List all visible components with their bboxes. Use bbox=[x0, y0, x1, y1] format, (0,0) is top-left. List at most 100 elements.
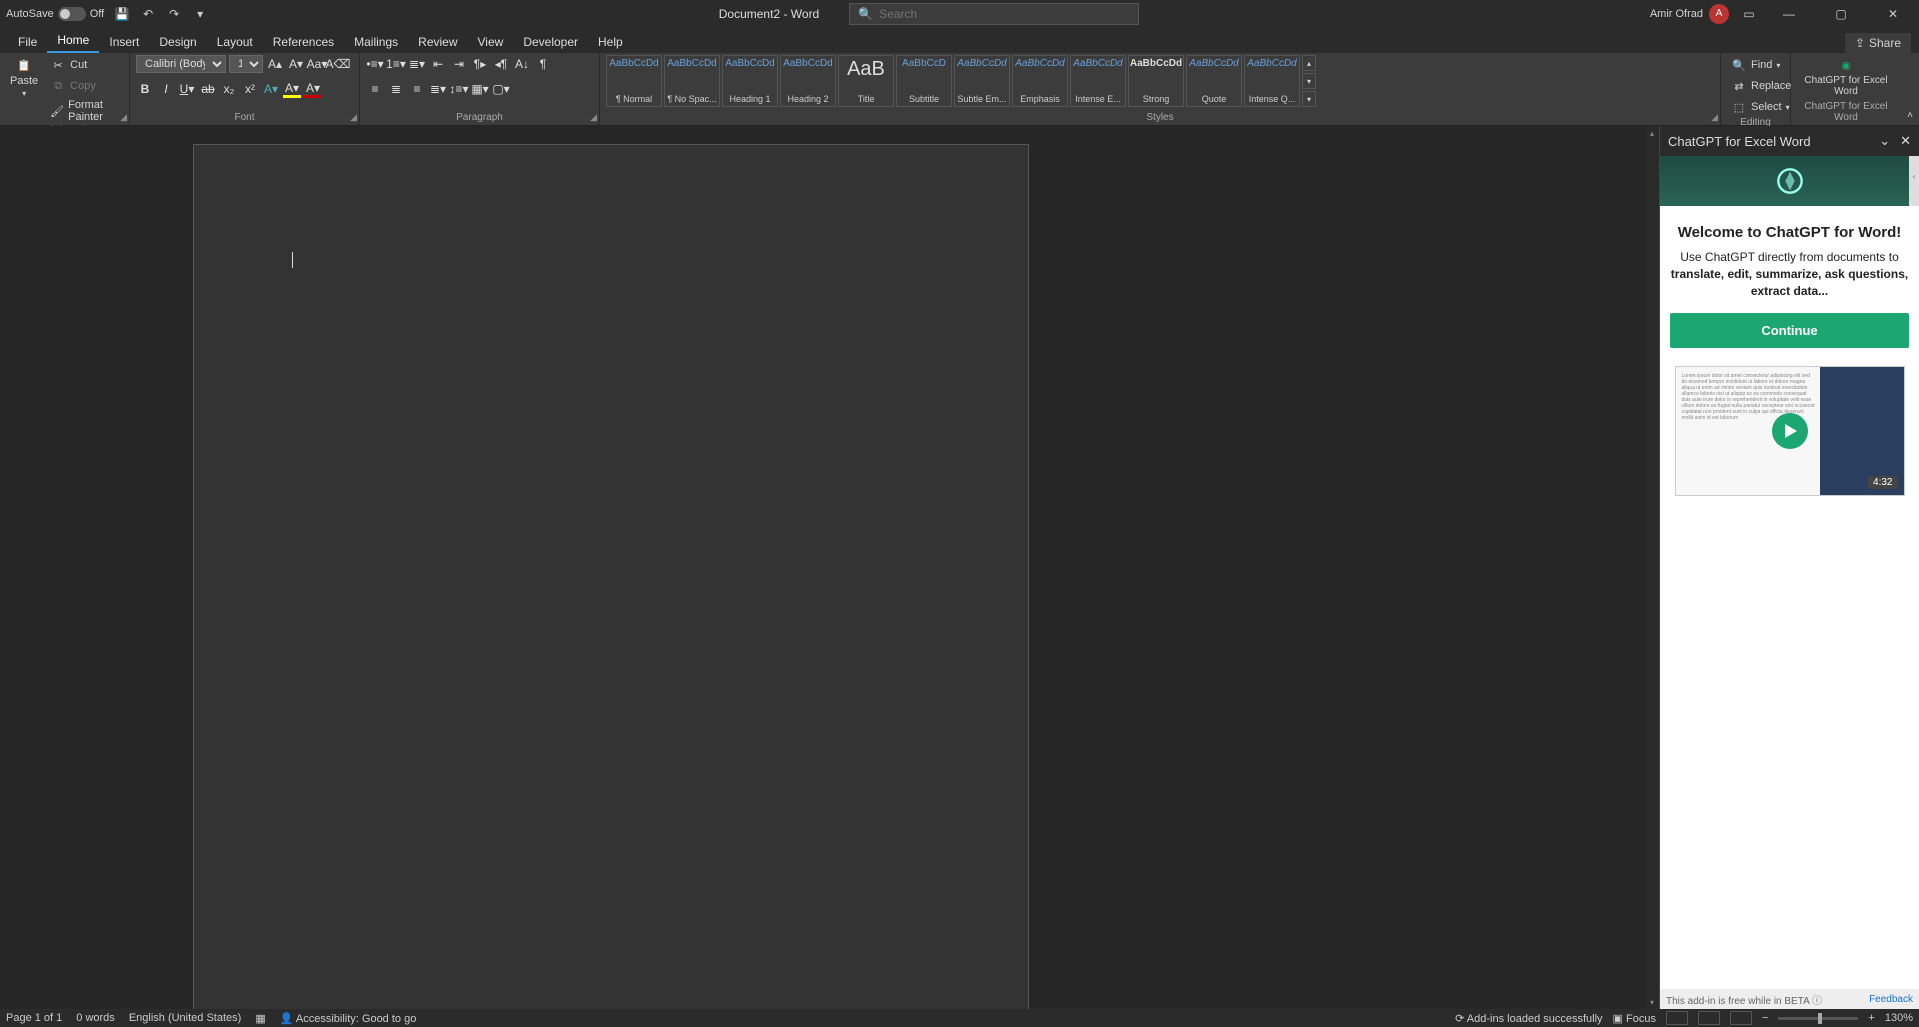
underline-button[interactable]: U▾ bbox=[178, 80, 196, 98]
zoom-slider[interactable] bbox=[1778, 1017, 1858, 1020]
tab-file[interactable]: File bbox=[8, 31, 47, 53]
zoom-level[interactable]: 130% bbox=[1885, 1012, 1913, 1024]
bold-button[interactable]: B bbox=[136, 80, 154, 98]
tab-layout[interactable]: Layout bbox=[207, 31, 263, 53]
style-normal[interactable]: AaBbCcDd¶ Normal bbox=[606, 55, 662, 107]
vertical-scrollbar[interactable]: ▴ ▾ bbox=[1645, 126, 1659, 1009]
maximize-button[interactable]: ▢ bbox=[1821, 0, 1861, 27]
clipboard-dialog-launcher-icon[interactable]: ◢ bbox=[120, 112, 127, 123]
bullets-icon[interactable]: •≡▾ bbox=[366, 55, 384, 73]
style-heading-1[interactable]: AaBbCcDdHeading 1 bbox=[722, 55, 778, 107]
tab-insert[interactable]: Insert bbox=[99, 31, 149, 53]
info-icon[interactable]: ⓘ bbox=[1812, 996, 1822, 1007]
taskpane-collapse-handle[interactable]: ‹ bbox=[1909, 156, 1919, 206]
cut-button[interactable]: ✂Cut bbox=[46, 55, 123, 75]
copy-button[interactable]: ⧉Copy bbox=[46, 76, 123, 96]
style-quote[interactable]: AaBbCcDdQuote bbox=[1186, 55, 1242, 107]
style-no-spacing[interactable]: AaBbCcDd¶ No Spac... bbox=[664, 55, 720, 107]
user-account[interactable]: Amir Ofrad A bbox=[1650, 4, 1729, 24]
addins-status[interactable]: ⟳ Add-ins loaded successfully bbox=[1455, 1012, 1602, 1025]
paragraph-dialog-launcher-icon[interactable]: ◢ bbox=[590, 112, 597, 123]
style-heading-2[interactable]: AaBbCcDdHeading 2 bbox=[780, 55, 836, 107]
styles-gallery-more[interactable]: ▴ ▾ ▾ bbox=[1302, 55, 1316, 107]
subscript-button[interactable]: x₂ bbox=[220, 80, 238, 98]
style-intense-emphasis[interactable]: AaBbCcDdIntense E... bbox=[1070, 55, 1126, 107]
taskpane-close-icon[interactable]: ✕ bbox=[1900, 133, 1911, 149]
gallery-expand-icon[interactable]: ▾ bbox=[1302, 91, 1316, 107]
autosave-toggle[interactable]: AutoSave Off bbox=[6, 7, 104, 21]
feedback-link[interactable]: Feedback bbox=[1869, 994, 1913, 1005]
accessibility-status[interactable]: 👤 Accessibility: Good to go bbox=[280, 1012, 417, 1025]
font-name-select[interactable]: Calibri (Body) bbox=[136, 55, 226, 73]
style-strong[interactable]: AaBbCcDdStrong bbox=[1128, 55, 1184, 107]
sort-icon[interactable]: A↓ bbox=[513, 55, 531, 73]
text-effects-icon[interactable]: A▾ bbox=[262, 80, 280, 98]
rtl-icon[interactable]: ◂¶ bbox=[492, 55, 510, 73]
scroll-up-icon[interactable]: ▴ bbox=[1645, 126, 1659, 140]
document-page[interactable] bbox=[193, 144, 1029, 1009]
close-button[interactable]: ✕ bbox=[1873, 0, 1913, 27]
tab-home[interactable]: Home bbox=[47, 29, 99, 53]
redo-icon[interactable]: ↷ bbox=[166, 6, 182, 22]
tab-review[interactable]: Review bbox=[408, 31, 467, 53]
borders-icon[interactable]: ▢▾ bbox=[492, 80, 510, 98]
video-thumbnail[interactable]: Lorem ipsum dolor sit amet consectetur a… bbox=[1675, 366, 1905, 496]
language-indicator[interactable]: English (United States) bbox=[129, 1012, 242, 1024]
find-button[interactable]: 🔍Find▾ bbox=[1727, 55, 1795, 75]
save-icon[interactable]: 💾 bbox=[114, 6, 130, 22]
highlight-icon[interactable]: A▾ bbox=[283, 80, 301, 98]
word-count[interactable]: 0 words bbox=[76, 1012, 115, 1024]
style-title[interactable]: AaBTitle bbox=[838, 55, 894, 107]
replace-button[interactable]: ⇄Replace bbox=[1727, 76, 1795, 96]
style-emphasis[interactable]: AaBbCcDdEmphasis bbox=[1012, 55, 1068, 107]
play-icon[interactable] bbox=[1772, 413, 1808, 449]
share-button[interactable]: ⇪ Share bbox=[1845, 33, 1911, 53]
clear-formatting-icon[interactable]: A⌫ bbox=[329, 55, 347, 73]
align-right-icon[interactable]: ≡ bbox=[408, 80, 426, 98]
increase-indent-icon[interactable]: ⇥ bbox=[450, 55, 468, 73]
undo-icon[interactable]: ↶ bbox=[140, 6, 156, 22]
ribbon-display-icon[interactable]: ▭ bbox=[1741, 6, 1757, 22]
decrease-font-icon[interactable]: A▾ bbox=[287, 55, 305, 73]
multilevel-list-icon[interactable]: ≣▾ bbox=[408, 55, 426, 73]
tab-developer[interactable]: Developer bbox=[513, 31, 588, 53]
gallery-up-icon[interactable]: ▴ bbox=[1302, 55, 1316, 71]
continue-button[interactable]: Continue bbox=[1670, 313, 1909, 348]
paste-button[interactable]: 📋 Paste ▾ bbox=[6, 55, 42, 100]
tab-references[interactable]: References bbox=[263, 31, 344, 53]
style-subtle-emphasis[interactable]: AaBbCcDdSubtle Em... bbox=[954, 55, 1010, 107]
superscript-button[interactable]: x² bbox=[241, 80, 259, 98]
font-size-select[interactable]: 11 bbox=[229, 55, 263, 73]
qat-customize-icon[interactable]: ▾ bbox=[192, 6, 208, 22]
zoom-out-button[interactable]: − bbox=[1762, 1012, 1768, 1024]
taskpane-dropdown-icon[interactable]: ⌄ bbox=[1879, 133, 1890, 149]
read-mode-icon[interactable] bbox=[1666, 1011, 1688, 1025]
zoom-thumb[interactable] bbox=[1818, 1013, 1822, 1024]
print-layout-icon[interactable] bbox=[1698, 1011, 1720, 1025]
search-input[interactable] bbox=[879, 7, 1130, 21]
style-intense-quote[interactable]: AaBbCcDdIntense Q... bbox=[1244, 55, 1300, 107]
tab-help[interactable]: Help bbox=[588, 31, 633, 53]
macro-icon[interactable]: ▦ bbox=[255, 1012, 265, 1025]
ltr-icon[interactable]: ¶▸ bbox=[471, 55, 489, 73]
collapse-ribbon-icon[interactable]: ˄ bbox=[1907, 110, 1913, 121]
justify-icon[interactable]: ≣▾ bbox=[429, 80, 447, 98]
scroll-down-icon[interactable]: ▾ bbox=[1645, 995, 1659, 1009]
style-subtitle[interactable]: AaBbCcDSubtitle bbox=[896, 55, 952, 107]
strikethrough-button[interactable]: ab bbox=[199, 80, 217, 98]
tab-mailings[interactable]: Mailings bbox=[344, 31, 408, 53]
line-spacing-icon[interactable]: ↕≡▾ bbox=[450, 80, 468, 98]
search-box[interactable]: 🔍 bbox=[849, 3, 1139, 25]
chatgpt-addin-button[interactable]: ◉ ChatGPT for Excel Word bbox=[1797, 55, 1895, 99]
minimize-button[interactable]: — bbox=[1769, 0, 1809, 27]
document-area[interactable]: ▴ ▾ bbox=[0, 126, 1659, 1009]
numbering-icon[interactable]: 1≡▾ bbox=[387, 55, 405, 73]
tab-design[interactable]: Design bbox=[149, 31, 206, 53]
align-left-icon[interactable]: ≡ bbox=[366, 80, 384, 98]
format-painter-button[interactable]: 🖌Format Painter bbox=[46, 97, 123, 125]
web-layout-icon[interactable] bbox=[1730, 1011, 1752, 1025]
select-button[interactable]: ⬚Select▾ bbox=[1727, 97, 1795, 117]
align-center-icon[interactable]: ≣ bbox=[387, 80, 405, 98]
increase-font-icon[interactable]: A▴ bbox=[266, 55, 284, 73]
font-color-icon[interactable]: A▾ bbox=[304, 80, 322, 98]
